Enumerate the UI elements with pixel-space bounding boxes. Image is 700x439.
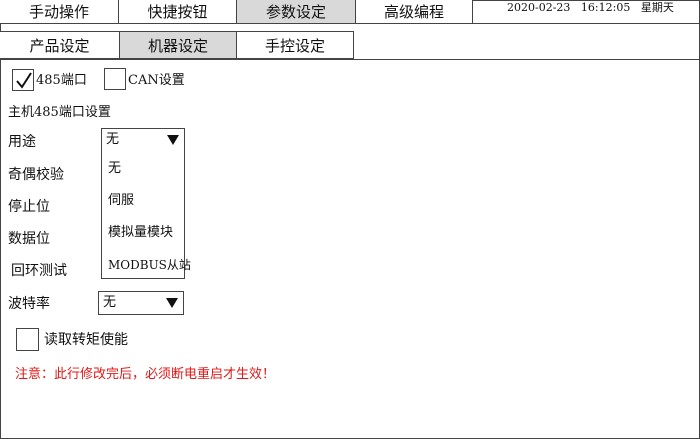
baud-rate-select[interactable]: 无	[98, 291, 184, 315]
usage-option-servo[interactable]: 伺服	[108, 193, 134, 209]
usage-label: 用途	[8, 134, 36, 150]
tab-advanced-programming[interactable]: 高级编程	[355, 0, 473, 24]
usage-option-none[interactable]: 无	[108, 161, 121, 177]
can-settings-checkbox[interactable]	[104, 68, 126, 90]
rs485-port-checkbox[interactable]	[12, 69, 34, 91]
read-torque-label: 读取转矩使能	[44, 332, 128, 348]
data-bits-label: 数据位	[8, 231, 50, 247]
tab-shortcut-buttons[interactable]: 快捷按钮	[118, 0, 237, 24]
usage-select[interactable]: 无	[101, 128, 185, 152]
section-title: 主机485端口设置	[8, 105, 111, 120]
can-settings-label: CAN设置	[128, 73, 185, 88]
usage-dropdown-list: 无 伺服 模拟量模块 MODBUS从站	[101, 151, 191, 279]
dropdown-arrow-icon[interactable]	[167, 135, 179, 145]
read-torque-checkbox[interactable]	[16, 328, 39, 351]
date-text: 2020-02-23	[507, 1, 571, 14]
sub-tab-divider	[0, 59, 700, 60]
loopback-test-label: 回环测试	[11, 263, 67, 279]
parity-label: 奇偶校验	[8, 167, 64, 183]
tab-manual-control-settings[interactable]: 手控设定	[236, 31, 354, 59]
datetime-display: 2020-02-23 16:12:05 星期天	[472, 0, 700, 24]
tab-manual-operation[interactable]: 手动操作	[0, 0, 119, 24]
tab-parameter-settings[interactable]: 参数设定	[236, 0, 356, 24]
baud-rate-selected-value: 无	[103, 295, 117, 310]
usage-option-modbus-slave[interactable]: MODBUS从站	[108, 257, 191, 273]
tab-machine-settings[interactable]: 机器设定	[119, 31, 237, 59]
time-text: 16:12:05	[580, 1, 631, 14]
baud-rate-label: 波特率	[8, 296, 50, 312]
notice-text: 注意：此行修改完后，必须断电重启才生效！	[15, 367, 276, 382]
dropdown-arrow-icon[interactable]	[166, 298, 178, 308]
top-tab-bar: 手动操作 快捷按钮 参数设定 高级编程 2020-02-23 16:12:05 …	[0, 0, 700, 24]
usage-option-analog-module[interactable]: 模拟量模块	[108, 225, 173, 241]
tab-product-settings[interactable]: 产品设定	[0, 31, 120, 59]
rs485-port-label: 485端口	[36, 73, 87, 88]
usage-selected-value: 无	[106, 132, 120, 147]
checkmark-icon	[16, 72, 32, 89]
stop-bits-label: 停止位	[8, 199, 50, 215]
weekday-text: 星期天	[640, 1, 674, 14]
